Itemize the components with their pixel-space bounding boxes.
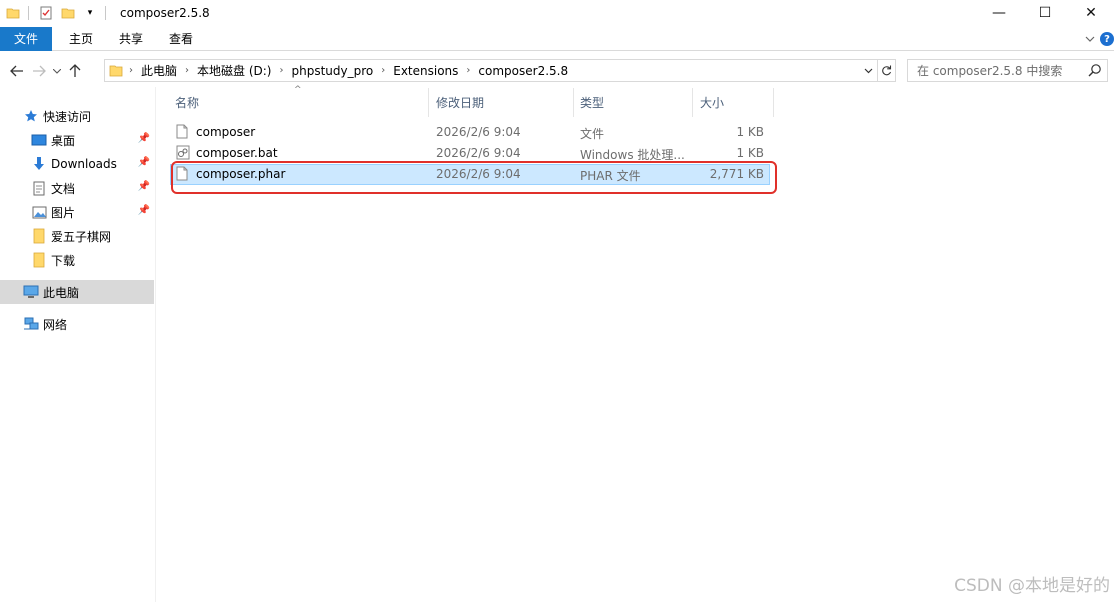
help-icon[interactable]: ? xyxy=(1100,32,1114,46)
pin-icon[interactable]: 📌 xyxy=(138,157,150,168)
chevron-right-icon[interactable]: › xyxy=(127,65,135,76)
pin-icon[interactable]: 📌 xyxy=(138,205,150,216)
picture-icon xyxy=(30,203,48,221)
file-size: 1 KB xyxy=(736,125,764,139)
file-date: 2026/2/6 9:04 xyxy=(436,125,521,139)
search-icon[interactable] xyxy=(1088,63,1102,80)
breadcrumb-composer[interactable]: composer2.5.8 xyxy=(472,64,574,78)
new-folder-icon[interactable] xyxy=(59,4,77,22)
customize-quick-access-icon[interactable]: ▾ xyxy=(81,4,99,22)
sidebar-item-label: 桌面 xyxy=(51,133,76,148)
sidebar-item-documents[interactable]: 文档 📌 xyxy=(0,176,154,200)
chevron-right-icon[interactable]: › xyxy=(277,65,285,76)
chevron-right-icon[interactable]: › xyxy=(464,65,472,76)
column-header-type[interactable]: 类型 xyxy=(580,88,690,117)
forward-arrow-icon[interactable] xyxy=(28,60,50,82)
expand-ribbon-icon[interactable] xyxy=(1080,36,1100,42)
sidebar-item-label: Downloads xyxy=(51,157,117,171)
column-header-size[interactable]: 大小 xyxy=(700,88,770,117)
sidebar-item-download[interactable]: 下载 xyxy=(0,248,154,272)
annotation-highlight-box xyxy=(171,161,777,194)
document-icon xyxy=(30,179,48,197)
table-row[interactable]: composer 2026/2/6 9:04 文件 1 KB xyxy=(170,122,770,143)
back-arrow-icon[interactable] xyxy=(6,60,28,82)
up-arrow-icon[interactable] xyxy=(64,60,86,82)
star-icon xyxy=(22,107,40,125)
file-name: composer.bat xyxy=(196,146,278,160)
navigation-pane: 快速访问 桌面 📌 Downloads 📌 文档 📌 图片 📌 爱五子棋网 下载… xyxy=(0,92,156,602)
pin-icon[interactable]: 📌 xyxy=(138,181,150,192)
address-bar[interactable]: › 此电脑 › 本地磁盘 (D:) › phpstudy_pro › Exten… xyxy=(104,59,878,82)
network-icon xyxy=(22,315,40,333)
breadcrumb-phpstudy-pro[interactable]: phpstudy_pro xyxy=(285,64,379,78)
column-divider[interactable] xyxy=(692,88,693,117)
download-icon xyxy=(30,155,48,173)
column-header-name[interactable]: 名称 xyxy=(175,88,425,117)
folder-icon xyxy=(105,64,127,77)
sidebar-item-label: 图片 xyxy=(51,205,76,220)
sidebar-item-label: 下载 xyxy=(51,253,76,268)
column-divider[interactable] xyxy=(573,88,574,117)
folder-icon xyxy=(30,227,48,245)
file-type: 文件 xyxy=(580,127,605,141)
pane-splitter[interactable] xyxy=(155,87,156,602)
sidebar-item-label: 快速访问 xyxy=(43,109,92,124)
navigation-bar: › 此电脑 › 本地磁盘 (D:) › phpstudy_pro › Exten… xyxy=(0,55,1114,87)
properties-icon[interactable] xyxy=(37,4,55,22)
ribbon-tabs: 文件 主页 共享 查看 ? xyxy=(0,26,1114,51)
sidebar-item-label: 爱五子棋网 xyxy=(51,229,112,244)
search-input[interactable]: 在 composer2.5.8 中搜索 xyxy=(907,59,1108,82)
desktop-icon xyxy=(30,131,48,149)
tab-share[interactable]: 共享 xyxy=(106,27,156,51)
breadcrumb-drive-d[interactable]: 本地磁盘 (D:) xyxy=(191,62,277,79)
sidebar-item-downloads[interactable]: Downloads 📌 xyxy=(0,152,154,176)
search-placeholder: 在 composer2.5.8 中搜索 xyxy=(917,64,1063,78)
file-date: 2026/2/6 9:04 xyxy=(436,146,521,160)
sidebar-item-quick-access[interactable]: 快速访问 xyxy=(0,104,154,128)
title-separator xyxy=(105,6,106,20)
sidebar-item-label: 网络 xyxy=(43,317,68,332)
tab-view[interactable]: 查看 xyxy=(156,27,206,51)
chevron-right-icon[interactable]: › xyxy=(379,65,387,76)
file-name: composer xyxy=(196,125,256,139)
column-header-date[interactable]: 修改日期 xyxy=(436,88,566,117)
window-title: composer2.5.8 xyxy=(120,6,210,20)
folder-icon xyxy=(30,251,48,269)
column-divider[interactable] xyxy=(773,88,774,117)
recent-locations-icon[interactable] xyxy=(50,60,64,82)
title-bar: ▾ composer2.5.8 — ☐ ✕ xyxy=(0,0,1114,26)
quick-access-separator xyxy=(28,6,29,20)
sidebar-item-label: 文档 xyxy=(51,181,76,196)
maximize-button[interactable]: ☐ xyxy=(1022,0,1068,26)
sidebar-item-desktop[interactable]: 桌面 📌 xyxy=(0,128,154,152)
breadcrumb-this-pc[interactable]: 此电脑 xyxy=(135,62,183,79)
pin-icon[interactable]: 📌 xyxy=(138,133,150,144)
column-divider[interactable] xyxy=(428,88,429,117)
sidebar-item-wuziqi[interactable]: 爱五子棋网 xyxy=(0,224,154,248)
tab-file[interactable]: 文件 xyxy=(0,26,52,51)
computer-icon xyxy=(22,283,40,301)
sidebar-item-label: 此电脑 xyxy=(43,285,80,300)
tab-home[interactable]: 主页 xyxy=(56,27,106,51)
file-size: 1 KB xyxy=(736,146,764,160)
file-icon xyxy=(176,124,188,142)
sidebar-item-network[interactable]: 网络 xyxy=(0,312,154,336)
folder-icon xyxy=(4,4,22,22)
minimize-button[interactable]: — xyxy=(976,0,1022,26)
chevron-right-icon[interactable]: › xyxy=(183,65,191,76)
refresh-icon[interactable] xyxy=(878,59,896,82)
close-button[interactable]: ✕ xyxy=(1068,0,1114,26)
breadcrumb-extensions[interactable]: Extensions xyxy=(387,64,464,78)
watermark: CSDN @本地是好的 xyxy=(954,576,1110,596)
sidebar-item-this-pc[interactable]: 此电脑 xyxy=(0,280,154,304)
sidebar-item-pictures[interactable]: 图片 📌 xyxy=(0,200,154,224)
chevron-down-icon[interactable] xyxy=(859,60,877,81)
